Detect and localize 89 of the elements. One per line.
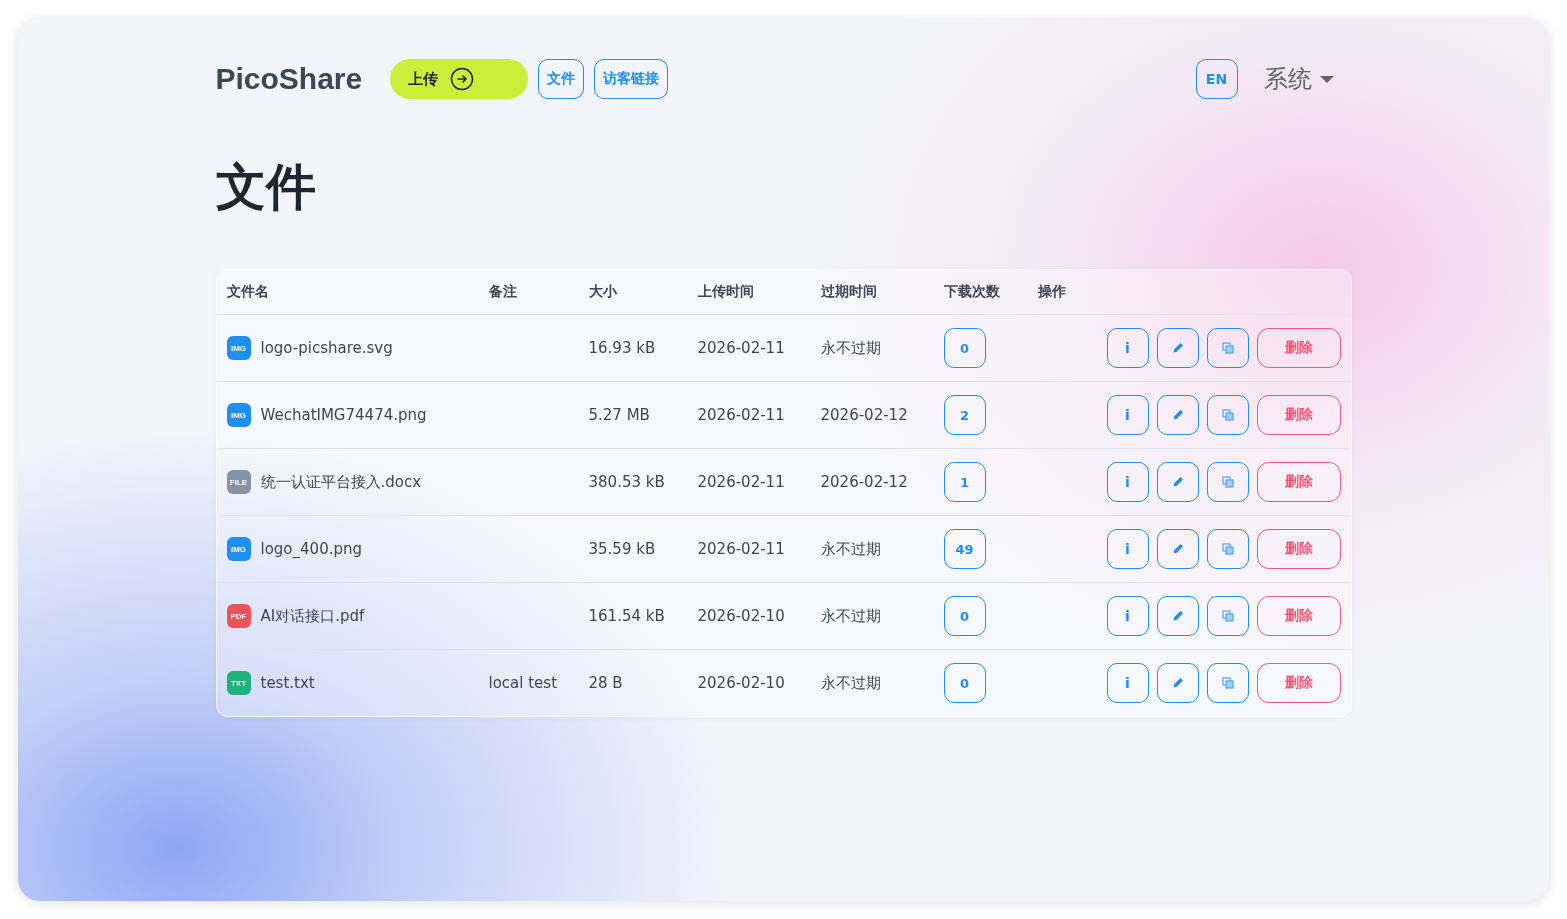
file-type-badge: IMG <box>226 336 251 360</box>
copy-icon <box>1221 543 1234 555</box>
edit-button[interactable] <box>1156 529 1199 569</box>
edit-button[interactable] <box>1156 663 1199 703</box>
copy-button[interactable] <box>1206 328 1249 368</box>
arrow-circle-icon <box>450 67 475 91</box>
info-button[interactable]: i <box>1106 663 1149 703</box>
info-button[interactable]: i <box>1106 462 1149 502</box>
column-header: 文件名 <box>225 283 270 301</box>
page-heading: 文件 <box>215 157 317 218</box>
pencil-icon <box>1171 409 1184 421</box>
edit-button[interactable] <box>1156 596 1199 636</box>
upload-date: 2026-02-11 <box>697 473 785 491</box>
edit-button[interactable] <box>1156 395 1199 435</box>
delete-button[interactable]: 删除 <box>1256 395 1341 435</box>
delete-button[interactable]: 删除 <box>1256 529 1341 569</box>
upload-date: 2026-02-11 <box>697 540 785 558</box>
expiry-date: 永不过期 <box>820 673 881 692</box>
copy-icon <box>1221 677 1234 689</box>
column-header: 过期时间 <box>820 283 878 301</box>
edit-button[interactable] <box>1156 462 1199 502</box>
upload-button[interactable]: 上传 <box>390 59 529 99</box>
expiry-date: 2026-02-12 <box>820 406 908 424</box>
expiry-date: 永不过期 <box>820 539 881 558</box>
pencil-icon <box>1171 342 1184 354</box>
file-size: 380.53 kB <box>588 473 665 491</box>
file-name[interactable]: 统一认证平台接入.docx <box>260 472 422 492</box>
file-name[interactable]: test.txt <box>260 674 315 692</box>
info-button[interactable]: i <box>1106 328 1149 368</box>
pencil-icon <box>1171 476 1184 488</box>
brand-logo[interactable]: PicoShare <box>215 62 363 96</box>
file-size: 16.93 kB <box>588 339 656 357</box>
download-count-button[interactable]: 1 <box>943 462 986 502</box>
file-type-badge: IMG <box>226 403 251 427</box>
language-button[interactable]: EN <box>1195 59 1238 99</box>
copy-button[interactable] <box>1206 596 1249 636</box>
delete-button[interactable]: 删除 <box>1256 328 1341 368</box>
file-type-badge: FILE <box>226 470 251 494</box>
copy-icon <box>1221 610 1234 622</box>
copy-button[interactable] <box>1206 462 1249 502</box>
copy-icon <box>1221 476 1234 488</box>
download-count-button[interactable]: 0 <box>943 328 986 368</box>
pencil-icon <box>1171 543 1184 555</box>
file-size: 5.27 MB <box>588 406 650 424</box>
file-name[interactable]: logo-picshare.svg <box>260 339 393 357</box>
file-name[interactable]: AI对话接口.pdf <box>260 606 365 626</box>
nav-link[interactable]: 文件 <box>538 59 585 99</box>
copy-icon <box>1221 342 1234 354</box>
column-header: 下载次数 <box>943 283 1001 301</box>
file-type-badge: TXT <box>226 671 251 695</box>
download-count-button[interactable]: 2 <box>943 395 986 435</box>
info-button[interactable]: i <box>1106 596 1149 636</box>
nav-link[interactable]: 访客链接 <box>594 59 669 99</box>
download-count-button[interactable]: 0 <box>943 596 986 636</box>
file-size: 161.54 kB <box>588 607 665 625</box>
column-header: 操作 <box>1037 283 1067 301</box>
info-button[interactable]: i <box>1106 529 1149 569</box>
download-count-button[interactable]: 49 <box>943 529 986 569</box>
upload-date: 2026-02-11 <box>697 406 785 424</box>
system-menu[interactable]: 系统 <box>1257 62 1340 96</box>
download-count-button[interactable]: 0 <box>943 663 986 703</box>
file-name[interactable]: WechatIMG74474.png <box>260 406 427 424</box>
caret-icon <box>1319 74 1334 84</box>
delete-button[interactable]: 删除 <box>1256 663 1341 703</box>
upload-date: 2026-02-10 <box>697 674 785 692</box>
file-size: 35.59 kB <box>588 540 656 558</box>
copy-button[interactable] <box>1206 663 1249 703</box>
note-text: local test <box>488 674 558 692</box>
upload-date: 2026-02-11 <box>697 339 785 357</box>
file-name[interactable]: logo_400.png <box>260 540 362 558</box>
column-header: 上传时间 <box>697 283 755 301</box>
expiry-date: 永不过期 <box>820 606 881 625</box>
expiry-date: 2026-02-12 <box>820 473 908 491</box>
pencil-icon <box>1171 610 1184 622</box>
file-size: 28 B <box>588 674 623 692</box>
copy-icon <box>1221 409 1234 421</box>
upload-date: 2026-02-10 <box>697 607 785 625</box>
file-type-badge: PDF <box>226 604 251 628</box>
pencil-icon <box>1171 677 1184 689</box>
column-header: 备注 <box>488 283 518 301</box>
expiry-date: 永不过期 <box>820 338 881 357</box>
copy-button[interactable] <box>1206 529 1249 569</box>
edit-button[interactable] <box>1156 328 1199 368</box>
delete-button[interactable]: 删除 <box>1256 462 1341 502</box>
info-button[interactable]: i <box>1106 395 1149 435</box>
copy-button[interactable] <box>1206 395 1249 435</box>
delete-button[interactable]: 删除 <box>1256 596 1341 636</box>
column-header: 大小 <box>588 283 618 301</box>
file-type-badge: IMG <box>226 537 251 561</box>
